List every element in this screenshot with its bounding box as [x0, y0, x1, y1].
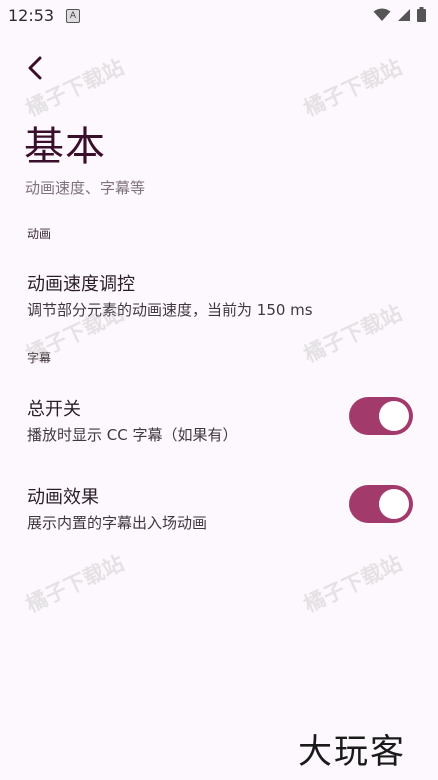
animation-speed-title: 动画速度调控 — [27, 274, 135, 295]
subtitle-animation-effect-summary: 展示内置的字幕出入场动画 — [27, 514, 208, 532]
animation-speed-summary: 调节部分元素的动画速度，当前为 150 ms — [27, 301, 313, 319]
subtitle-animation-effect-row[interactable]: 动画效果 展示内置的字幕出入场动画 — [0, 470, 438, 542]
subtitle-master-switch-summary: 播放时显示 CC 字幕（如果有） — [27, 426, 238, 444]
back-button[interactable] — [22, 54, 48, 82]
subtitle-master-switch-row[interactable]: 总开关 播放时显示 CC 字幕（如果有） — [0, 382, 438, 454]
status-bar: 12:53 A — [0, 0, 438, 30]
wifi-icon — [373, 8, 391, 21]
signal-icon — [398, 8, 410, 21]
battery-icon — [417, 7, 426, 22]
page-subtitle: 动画速度、字幕等 — [25, 179, 146, 197]
subtitle-master-switch-title: 总开关 — [27, 399, 81, 420]
animation-speed-item[interactable]: 动画速度调控 调节部分元素的动画速度，当前为 150 ms — [0, 258, 438, 328]
watermark: 橘子下载站 — [300, 54, 406, 121]
logo-mark: 大玩客 — [298, 732, 406, 772]
watermark: 橘子下载站 — [300, 550, 406, 617]
notification-a-icon: A — [66, 9, 80, 23]
status-icons — [373, 7, 426, 22]
section-header-subtitles: 字幕 — [27, 351, 52, 365]
watermark: 橘子下载站 — [22, 550, 128, 617]
chevron-left-icon — [28, 56, 42, 80]
status-time: 12:53 — [8, 6, 55, 25]
section-header-animation: 动画 — [27, 227, 52, 241]
toggle-thumb — [379, 401, 409, 431]
subtitle-animation-effect-toggle[interactable] — [349, 485, 413, 523]
page-title: 基本 — [24, 124, 106, 170]
toggle-thumb — [379, 489, 409, 519]
subtitle-animation-effect-title: 动画效果 — [27, 487, 99, 508]
subtitle-master-toggle[interactable] — [349, 397, 413, 435]
